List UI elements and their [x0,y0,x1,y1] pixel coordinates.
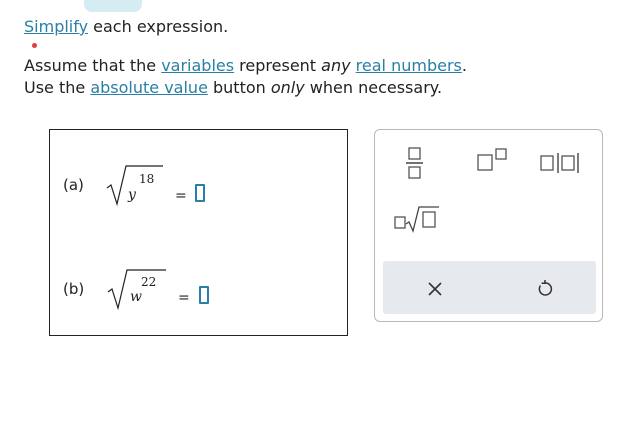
instruction-line-1: Simplify each expression. [24,17,228,37]
action-bar [383,261,596,314]
instruction-text: . [461,56,467,75]
part-b-exponent: 22 [141,275,157,289]
instruction-text: Use the [24,78,91,97]
part-a-exponent: 18 [139,172,155,186]
part-a-equals: = [175,188,187,204]
part-a-answer-input[interactable] [195,184,205,202]
emphasis-only: only [270,78,305,97]
clear-icon[interactable] [427,281,443,297]
undo-icon[interactable] [536,280,554,298]
top-tab[interactable] [84,0,142,12]
simplify-link[interactable]: Simplify [24,17,88,36]
instruction-line-3: Use the absolute value button only when … [24,78,442,98]
superscript-icon[interactable] [476,147,510,173]
variables-link[interactable]: variables [161,56,234,75]
instruction-line-2: Assume that the variables represent any … [24,56,467,76]
instruction-text: button [207,78,271,97]
part-b-equals: = [178,290,190,306]
answer-area: (a) 18 y = (b) 22 w = [49,129,348,336]
instruction-text: when necessary. [304,78,443,97]
fraction-icon[interactable] [405,144,425,180]
part-b-variable: w [130,289,142,305]
part-b-answer-input[interactable] [199,286,209,304]
page: Simplify each expression. Assume that th… [0,0,635,427]
absolute-value-icon[interactable] [538,151,586,175]
instruction-text: represent [234,56,322,75]
math-palette [374,129,603,322]
absolute-value-link[interactable]: absolute value [90,78,208,97]
real-numbers-link[interactable]: real numbers [356,56,462,75]
nth-root-icon[interactable] [393,204,441,234]
emphasis-any: any [321,56,351,75]
instruction-text: Assume that the [24,56,162,75]
required-indicator [32,43,37,48]
part-a-label: (a) [63,176,84,194]
part-a-variable: y [128,187,136,203]
instruction-text: each expression. [88,17,229,36]
part-b-label: (b) [63,280,85,298]
